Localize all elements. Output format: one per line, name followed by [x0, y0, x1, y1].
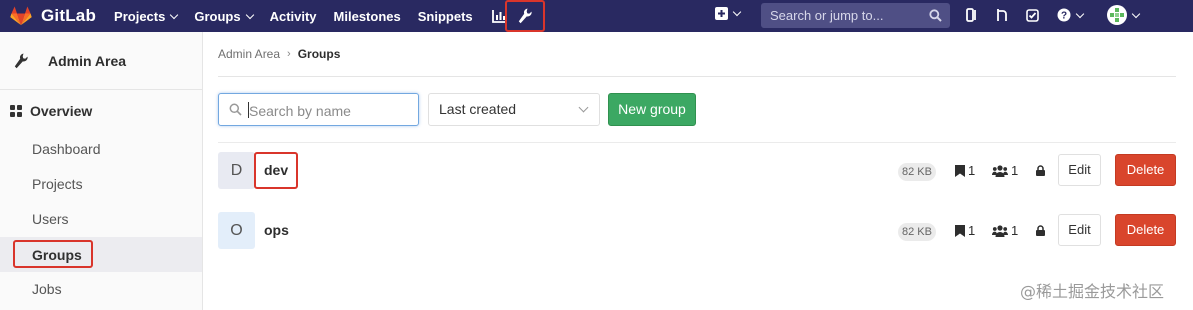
- chevron-down-icon: [732, 7, 742, 17]
- sidebar-item-projects[interactable]: Projects: [0, 167, 202, 202]
- users-icon: [992, 224, 1008, 237]
- group-row[interactable]: O ops 82 KB 1 1 Edit Delete: [218, 211, 1178, 251]
- text-cursor: [248, 102, 249, 118]
- edit-button[interactable]: Edit: [1058, 214, 1101, 246]
- members-count-value: 1: [1011, 223, 1019, 238]
- new-group-button[interactable]: New group: [608, 93, 696, 126]
- group-search-input[interactable]: [247, 100, 411, 122]
- chevron-right-icon: ›: [287, 48, 291, 60]
- group-name-highlight: [254, 152, 298, 189]
- chevron-down-icon: [170, 10, 179, 19]
- bookmark-icon: [955, 164, 965, 177]
- plus-square-icon: [715, 7, 728, 20]
- gitlab-logo-icon: [10, 6, 32, 26]
- storage-size-badge: 82 KB: [898, 223, 936, 241]
- users-icon: [992, 164, 1008, 177]
- gitlab-home-link[interactable]: GitLab: [10, 6, 96, 26]
- top-navbar: GitLab Projects Groups Activity Mileston…: [0, 0, 1193, 32]
- admin-area-wrench-button[interactable]: [505, 0, 545, 32]
- sidebar-item-overview[interactable]: Overview: [0, 90, 202, 132]
- sort-dropdown[interactable]: Last created: [428, 93, 600, 126]
- breadcrumb-current[interactable]: Groups: [298, 47, 341, 61]
- group-avatar[interactable]: O: [218, 212, 255, 249]
- sidebar-item-users[interactable]: Users: [0, 202, 202, 237]
- breadcrumb: Admin Area › Groups: [218, 47, 340, 61]
- nav-projects[interactable]: Projects: [114, 8, 179, 24]
- new-dropdown[interactable]: [715, 7, 742, 20]
- chevron-down-icon: [245, 10, 254, 19]
- chevron-down-icon: [578, 102, 589, 113]
- nav-groups[interactable]: Groups: [194, 8, 254, 24]
- sidebar-header[interactable]: Admin Area: [0, 32, 202, 90]
- avatar: [1107, 5, 1127, 25]
- bookmark-icon: [955, 224, 965, 237]
- svg-text:?: ?: [1061, 11, 1067, 22]
- group-avatar[interactable]: D: [218, 152, 255, 189]
- divider: [218, 142, 1176, 143]
- nav-projects-label: Projects: [114, 8, 166, 24]
- search-icon: [929, 9, 942, 22]
- todo-icon[interactable]: [1026, 8, 1039, 22]
- storage-size-badge: 82 KB: [898, 163, 936, 181]
- chevron-down-icon: [1131, 9, 1141, 18]
- members-count: 1: [992, 223, 1018, 238]
- global-search-input[interactable]: Search or jump to...: [761, 3, 950, 28]
- edit-button[interactable]: Edit: [1058, 154, 1101, 186]
- sidebar-groups-highlight[interactable]: Groups: [13, 240, 93, 268]
- sort-dropdown-value: Last created: [439, 101, 517, 117]
- global-search-placeholder: Search or jump to...: [770, 8, 884, 23]
- members-count: 1: [992, 163, 1018, 178]
- sidebar-item-dashboard[interactable]: Dashboard: [0, 132, 202, 167]
- projects-count: 1: [955, 163, 975, 178]
- projects-count: 1: [955, 223, 975, 238]
- lock-icon: [1036, 165, 1045, 176]
- sidebar-title: Admin Area: [48, 52, 127, 69]
- nav-milestones[interactable]: Milestones: [334, 9, 401, 24]
- projects-count-value: 1: [968, 223, 976, 238]
- members-count-value: 1: [1011, 163, 1019, 178]
- nav-groups-label: Groups: [194, 8, 241, 24]
- wrench-icon: [14, 53, 28, 68]
- group-search-field[interactable]: [218, 93, 419, 126]
- breadcrumb-parent[interactable]: Admin Area: [218, 47, 280, 61]
- help-dropdown[interactable]: ?: [1057, 8, 1085, 22]
- wrench-icon: [518, 8, 532, 24]
- search-icon: [229, 103, 242, 116]
- divider: [218, 76, 1176, 77]
- grid-icon: [10, 105, 22, 117]
- group-name-link[interactable]: ops: [264, 222, 289, 238]
- watermark: @稀土掘金技术社区: [1020, 282, 1165, 301]
- chevron-down-icon: [1075, 9, 1085, 18]
- group-row[interactable]: D dev 82 KB 1 1 Edit Delete: [218, 151, 1178, 191]
- brand-name: GitLab: [41, 6, 97, 25]
- lock-icon: [1036, 225, 1045, 236]
- issues-icon[interactable]: [966, 8, 978, 22]
- sidebar-groups-label: Groups: [32, 247, 82, 263]
- delete-button[interactable]: Delete: [1115, 154, 1176, 186]
- projects-count-value: 1: [968, 163, 976, 178]
- sidebar-overview-label: Overview: [30, 103, 93, 119]
- nav-snippets[interactable]: Snippets: [418, 9, 473, 24]
- nav-activity[interactable]: Activity: [270, 9, 317, 24]
- delete-button[interactable]: Delete: [1115, 214, 1176, 246]
- sidebar: Admin Area Overview Dashboard Projects U…: [0, 32, 203, 310]
- merge-request-icon[interactable]: [996, 8, 1008, 22]
- chart-icon[interactable]: [491, 9, 506, 23]
- sidebar-item-jobs[interactable]: Jobs: [0, 272, 202, 307]
- user-menu[interactable]: [1107, 5, 1141, 25]
- help-icon: ?: [1057, 8, 1071, 22]
